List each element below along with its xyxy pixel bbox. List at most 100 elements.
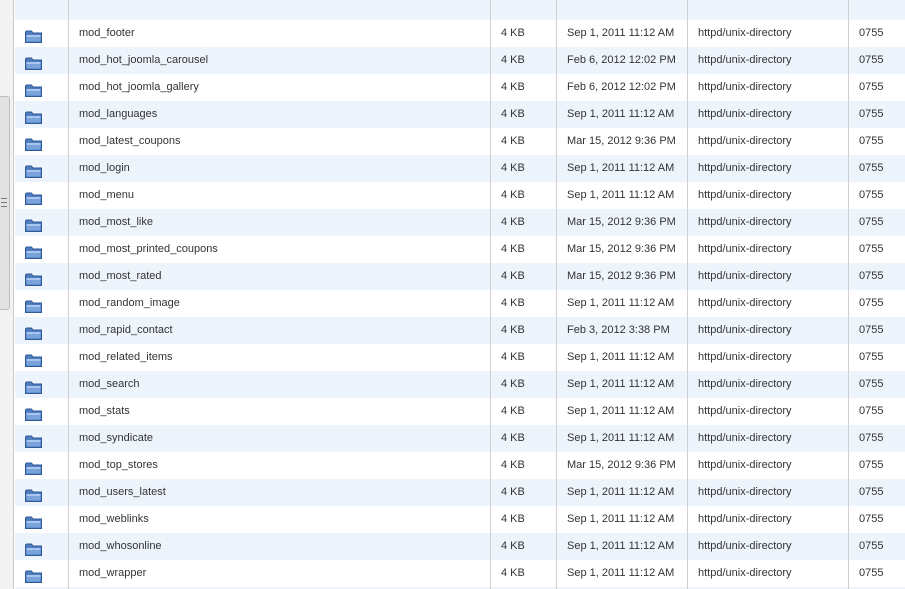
folder-icon bbox=[25, 486, 42, 502]
file-list: mod_footer 4 KB Sep 1, 2011 11:12 AM httpd/… bbox=[15, 0, 905, 589]
file-name-cell[interactable]: mod_footer bbox=[69, 20, 491, 47]
modified-date-cell: Mar 15, 2012 9:36 PM bbox=[557, 209, 688, 236]
file-name-cell[interactable]: mod_stats bbox=[69, 398, 491, 425]
file-name-cell[interactable]: mod_users_latest bbox=[69, 479, 491, 506]
table-row[interactable]: mod_languages 4 KB Sep 1, 2011 11:12 AM htt… bbox=[15, 101, 905, 128]
modified-date-cell: Sep 1, 2011 11:12 AM bbox=[557, 101, 688, 128]
file-name-cell[interactable]: mod_wrapper bbox=[69, 560, 491, 587]
table-row[interactable]: mod_top_stores 4 KB Mar 15, 2012 9:36 PM ht… bbox=[15, 452, 905, 479]
mime-type-cell: httpd/unix-directory bbox=[688, 560, 849, 587]
file-name-cell[interactable]: mod_login bbox=[69, 155, 491, 182]
folder-icon bbox=[25, 162, 42, 178]
permissions-cell: 0755 bbox=[859, 513, 884, 525]
file-size-cell: 4 KB bbox=[491, 128, 557, 155]
file-name-cell[interactable]: mod_most_rated bbox=[69, 263, 491, 290]
permissions-cell: 0755 bbox=[859, 54, 884, 66]
table-row[interactable]: mod_users_latest 4 KB Sep 1, 2011 11:12 AM… bbox=[15, 479, 905, 506]
table-row[interactable]: mod_rapid_contact 4 KB Feb 3, 2012 3:38 PM… bbox=[15, 317, 905, 344]
mime-type-cell: httpd/unix-directory bbox=[688, 371, 849, 398]
file-name-cell[interactable]: mod_syndicate bbox=[69, 425, 491, 452]
folder-icon bbox=[25, 540, 42, 556]
permissions-cell: 0755 bbox=[859, 81, 884, 93]
table-row[interactable]: mod_wrapper 4 KB Sep 1, 2011 11:12 AM httpd… bbox=[15, 560, 905, 587]
icon-cell bbox=[15, 74, 69, 101]
table-row[interactable]: mod_syndicate 4 KB Sep 1, 2011 11:12 AM htt… bbox=[15, 425, 905, 452]
file-name-cell[interactable]: mod_whosonline bbox=[69, 533, 491, 560]
folder-icon bbox=[25, 567, 42, 583]
grip-icon bbox=[1, 198, 7, 209]
mime-type-cell: httpd/unix-directory bbox=[688, 20, 849, 47]
folder-icon bbox=[25, 459, 42, 475]
table-row[interactable]: mod_most_printed_coupons 4 KB Mar 15, 2012… bbox=[15, 236, 905, 263]
modified-date-cell bbox=[557, 0, 688, 20]
file-name-cell[interactable]: mod_search bbox=[69, 371, 491, 398]
table-row[interactable]: mod_footer 4 KB Sep 1, 2011 11:12 AM httpd/… bbox=[15, 20, 905, 47]
icon-cell bbox=[15, 398, 69, 425]
permissions-cell: 0755 bbox=[859, 486, 884, 498]
icon-cell bbox=[15, 47, 69, 74]
file-name-cell[interactable] bbox=[69, 0, 491, 20]
modified-date-cell: Feb 6, 2012 12:02 PM bbox=[557, 47, 688, 74]
icon-cell bbox=[15, 533, 69, 560]
table-row[interactable]: mod_whosonline 4 KB Sep 1, 2011 11:12 AM ht… bbox=[15, 533, 905, 560]
permissions-cell: 0755 bbox=[859, 405, 884, 417]
table-row[interactable]: mod_weblinks 4 KB Sep 1, 2011 11:12 AM http… bbox=[15, 506, 905, 533]
file-name-cell[interactable]: mod_menu bbox=[69, 182, 491, 209]
folder-icon bbox=[25, 243, 42, 259]
permissions-cell: 0755 bbox=[859, 297, 884, 309]
file-name-cell[interactable]: mod_languages bbox=[69, 101, 491, 128]
mime-type-cell: httpd/unix-directory bbox=[688, 155, 849, 182]
table-row[interactable] bbox=[15, 0, 905, 20]
permissions-cell: 0755 bbox=[859, 135, 884, 147]
table-row[interactable]: mod_search 4 KB Sep 1, 2011 11:12 AM httpd/… bbox=[15, 371, 905, 398]
file-name-cell[interactable]: mod_most_like bbox=[69, 209, 491, 236]
icon-cell bbox=[15, 344, 69, 371]
mime-type-cell: httpd/unix-directory bbox=[688, 128, 849, 155]
file-name-cell[interactable]: mod_top_stores bbox=[69, 452, 491, 479]
file-size-cell: 4 KB bbox=[491, 182, 557, 209]
table-row[interactable]: mod_most_rated 4 KB Mar 15, 2012 9:36 PM ht… bbox=[15, 263, 905, 290]
mime-type-cell: httpd/unix-directory bbox=[688, 506, 849, 533]
table-row[interactable]: mod_login 4 KB Sep 1, 2011 11:12 AM httpd/u… bbox=[15, 155, 905, 182]
icon-cell bbox=[15, 290, 69, 317]
permissions-cell: 0755 bbox=[859, 108, 884, 120]
modified-date-cell: Sep 1, 2011 11:12 AM bbox=[557, 290, 688, 317]
permissions-cell: 0755 bbox=[859, 351, 884, 363]
file-name-cell[interactable]: mod_most_printed_coupons bbox=[69, 236, 491, 263]
mime-type-cell: httpd/unix-directory bbox=[688, 398, 849, 425]
file-size-cell: 4 KB bbox=[491, 425, 557, 452]
file-name-cell[interactable]: mod_hot_joomla_carousel bbox=[69, 47, 491, 74]
file-name-cell[interactable]: mod_latest_coupons bbox=[69, 128, 491, 155]
table-row[interactable]: mod_hot_joomla_carousel 4 KB Feb 6, 2012 1… bbox=[15, 47, 905, 74]
file-name-cell[interactable]: mod_related_items bbox=[69, 344, 491, 371]
table-row[interactable]: mod_random_image 4 KB Sep 1, 2011 11:12 AM… bbox=[15, 290, 905, 317]
mime-type-cell: httpd/unix-directory bbox=[688, 182, 849, 209]
permissions-cell: 0755 bbox=[859, 378, 884, 390]
modified-date-cell: Sep 1, 2011 11:12 AM bbox=[557, 182, 688, 209]
icon-cell bbox=[15, 425, 69, 452]
file-name-cell[interactable]: mod_rapid_contact bbox=[69, 317, 491, 344]
mime-type-cell: httpd/unix-directory bbox=[688, 452, 849, 479]
table-row[interactable]: mod_related_items 4 KB Sep 1, 2011 11:12 A… bbox=[15, 344, 905, 371]
file-name-cell[interactable]: mod_hot_joomla_gallery bbox=[69, 74, 491, 101]
file-size-cell: 4 KB bbox=[491, 560, 557, 587]
table-row[interactable]: mod_latest_coupons 4 KB Mar 15, 2012 9:36 … bbox=[15, 128, 905, 155]
folder-icon bbox=[25, 324, 42, 340]
icon-cell bbox=[15, 263, 69, 290]
file-size-cell bbox=[491, 0, 557, 20]
icon-cell bbox=[15, 506, 69, 533]
file-name-cell[interactable]: mod_weblinks bbox=[69, 506, 491, 533]
table-row[interactable]: mod_stats 4 KB Sep 1, 2011 11:12 AM httpd/u… bbox=[15, 398, 905, 425]
folder-icon bbox=[25, 189, 42, 205]
table-row[interactable]: mod_most_like 4 KB Mar 15, 2012 9:36 PM htt… bbox=[15, 209, 905, 236]
modified-date-cell: Feb 6, 2012 12:02 PM bbox=[557, 74, 688, 101]
panel-splitter[interactable] bbox=[0, 0, 14, 589]
file-size-cell: 4 KB bbox=[491, 101, 557, 128]
mime-type-cell: httpd/unix-directory bbox=[688, 74, 849, 101]
table-row[interactable]: mod_menu 4 KB Sep 1, 2011 11:12 AM httpd/un… bbox=[15, 182, 905, 209]
table-row[interactable]: mod_hot_joomla_gallery 4 KB Feb 6, 2012 12… bbox=[15, 74, 905, 101]
modified-date-cell: Sep 1, 2011 11:12 AM bbox=[557, 425, 688, 452]
icon-cell bbox=[15, 317, 69, 344]
mime-type-cell: httpd/unix-directory bbox=[688, 263, 849, 290]
file-name-cell[interactable]: mod_random_image bbox=[69, 290, 491, 317]
